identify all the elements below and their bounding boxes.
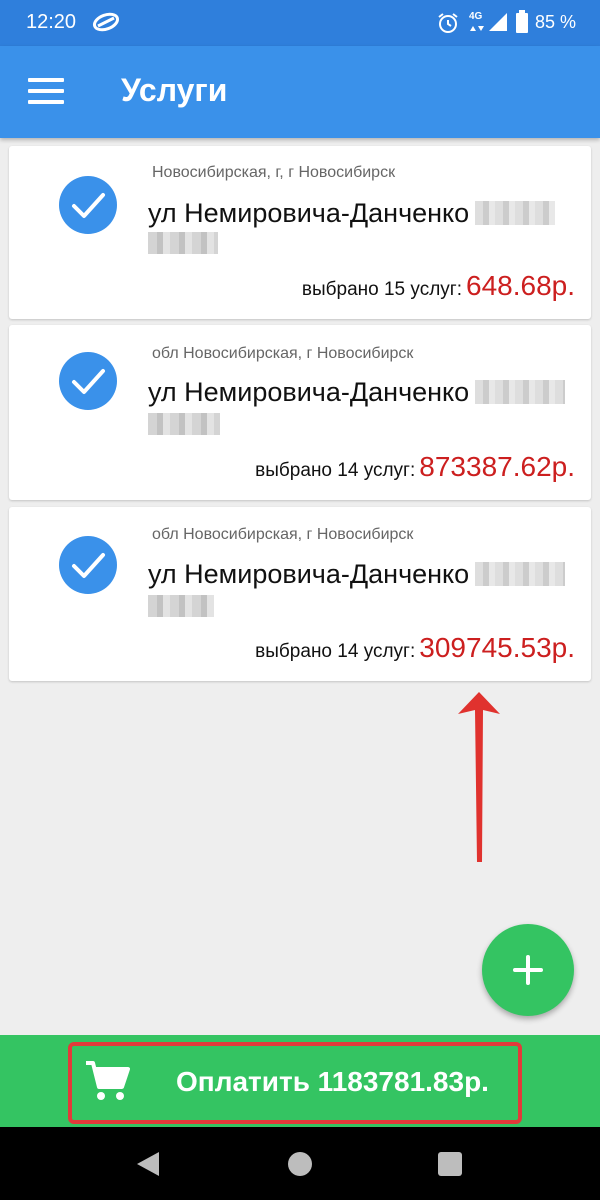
- redacted-address: [475, 562, 566, 586]
- plus-icon: [513, 955, 543, 985]
- card-street: ул Немировича-Данченко: [148, 198, 556, 229]
- card-street: ул Немировича-Данченко: [148, 559, 566, 590]
- annotation-arrow: [452, 692, 506, 869]
- card-summary: выбрано 15 услуг: 648.68р.: [302, 270, 575, 302]
- system-nav-bar: [0, 1127, 600, 1200]
- alarm-icon: [436, 11, 460, 40]
- pay-label: Оплатить 1183781.83р.: [176, 1066, 489, 1097]
- redacted-address: [475, 201, 556, 225]
- check-icon[interactable]: [59, 176, 117, 234]
- redacted-address: [148, 595, 214, 617]
- service-card[interactable]: обл Новосибирская, г Новосибирск ул Неми…: [9, 507, 591, 681]
- recents-icon[interactable]: [438, 1152, 462, 1176]
- card-summary: выбрано 14 услуг: 873387.62р.: [255, 451, 575, 483]
- card-count: выбрано 14 услуг:: [255, 460, 416, 481]
- card-region: Новосибирская, г, г Новосибирск: [152, 164, 396, 181]
- redacted-address: [475, 380, 566, 404]
- card-summary: выбрано 14 услуг: 309745.53р.: [255, 632, 575, 664]
- hamburger-menu-icon[interactable]: [28, 78, 64, 106]
- cart-icon: [84, 1059, 130, 1108]
- card-amount: 309745.53р.: [419, 632, 575, 663]
- card-region: обл Новосибирская, г Новосибирск: [152, 526, 414, 543]
- card-region: обл Новосибирская, г Новосибирск: [152, 345, 414, 362]
- redacted-address: [148, 413, 220, 435]
- card-amount: 648.68р.: [466, 270, 575, 301]
- battery-level: 85 %: [535, 12, 577, 32]
- network-type: 4G: [469, 11, 483, 22]
- card-street: ул Немировича-Данченко: [148, 377, 566, 408]
- app-bar: Услуги: [0, 46, 600, 138]
- add-service-button[interactable]: [482, 924, 574, 1016]
- card-count: выбрано 15 услуг:: [301, 279, 462, 300]
- status-time: 12:20: [26, 11, 77, 33]
- pay-bar: Оплатить 1183781.83р.: [0, 1035, 600, 1127]
- data-arrows-icon: 4G: [466, 9, 486, 42]
- service-card[interactable]: Новосибирская, г, г Новосибирск ул Немир…: [9, 146, 591, 319]
- signal-icon: [487, 11, 509, 38]
- redacted-address: [148, 232, 218, 254]
- card-count: выбрано 14 услуг:: [255, 641, 416, 662]
- back-icon[interactable]: [135, 1150, 161, 1183]
- pay-button[interactable]: Оплатить 1183781.83р.: [68, 1042, 522, 1124]
- check-icon[interactable]: [59, 352, 117, 410]
- page-title: Услуги: [121, 72, 228, 108]
- battery-icon: [515, 10, 529, 39]
- service-card[interactable]: обл Новосибирская, г Новосибирск ул Неми…: [9, 325, 591, 500]
- check-icon[interactable]: [59, 536, 117, 594]
- home-icon[interactable]: [288, 1152, 312, 1176]
- app-logo-icon: [92, 10, 120, 39]
- status-bar: 12:20 4G 85 %: [0, 0, 600, 46]
- card-amount: 873387.62р.: [419, 451, 575, 482]
